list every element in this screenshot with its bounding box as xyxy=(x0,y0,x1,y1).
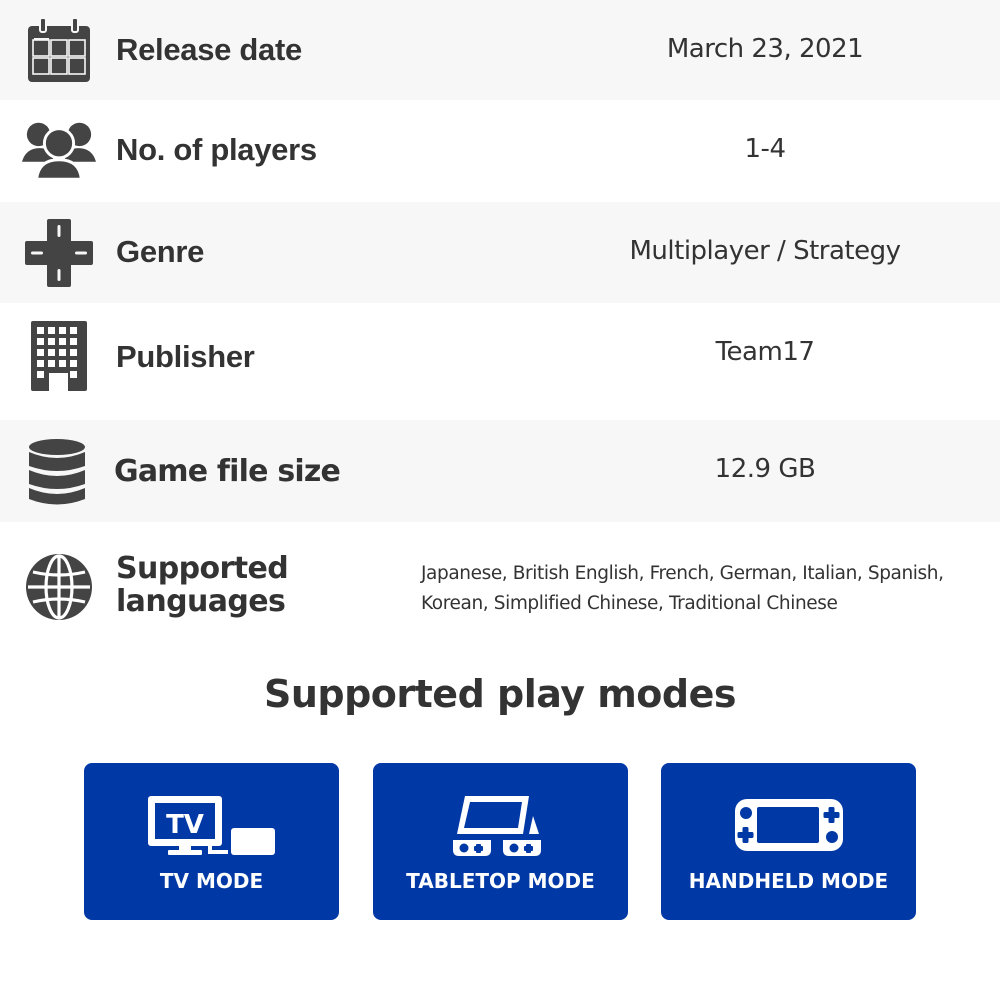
spec-row-genre: Genre Multiplayer / Strategy xyxy=(0,202,1000,303)
spec-label-line: Supported xyxy=(116,551,289,586)
languages-line: Japanese, British English, French, Germa… xyxy=(421,563,944,584)
play-modes-title: Supported play modes xyxy=(263,672,737,716)
spec-row-publisher: Publisher Team17 xyxy=(0,303,1000,420)
spec-value: Team17 xyxy=(715,337,815,367)
mode-label: HANDHELD MODE xyxy=(688,869,889,893)
players-icon xyxy=(22,114,96,188)
tabletop-mode-icon xyxy=(373,791,628,861)
spec-row-release-date: Release date March 23, 2021 xyxy=(0,0,1000,100)
spec-label-line: languages xyxy=(116,584,286,619)
mode-label: TABLETOP MODE xyxy=(406,869,595,893)
spec-row-file-size: Game file size 12.9 GB xyxy=(0,420,1000,522)
spec-value: Japanese, British English, French, Germa… xyxy=(421,559,991,619)
building-icon xyxy=(22,319,96,393)
spec-row-players: No. of players 1-4 xyxy=(0,100,1000,202)
spec-label: Release date xyxy=(116,32,302,67)
tv-icon-text: TV xyxy=(166,810,204,840)
dpad-icon xyxy=(22,216,96,290)
mode-card-tabletop: TABLETOP MODE xyxy=(373,763,628,920)
spec-label: Game file size xyxy=(114,454,341,489)
spec-value: 12.9 GB xyxy=(714,454,816,484)
spec-value: Multiplayer / Strategy xyxy=(629,236,901,266)
database-icon xyxy=(20,436,94,510)
spec-row-languages: Supported languages Japanese, British En… xyxy=(0,522,1000,640)
mode-card-handheld: HANDHELD MODE xyxy=(661,763,916,920)
spec-label: Publisher xyxy=(116,339,255,374)
spec-label: No. of players xyxy=(116,132,317,167)
mode-label: TV MODE xyxy=(159,869,264,893)
spec-label: Supported languages xyxy=(116,551,289,619)
handheld-mode-icon xyxy=(661,791,916,861)
spec-value: 1-4 xyxy=(744,134,786,164)
calendar-icon xyxy=(22,14,96,88)
spec-label: Genre xyxy=(116,234,205,269)
tv-mode-icon: TV xyxy=(84,791,339,861)
mode-card-tv: TV TV MODE xyxy=(84,763,339,920)
spec-value: March 23, 2021 xyxy=(666,34,864,64)
languages-line: Korean, Simplified Chinese, Traditional … xyxy=(421,593,838,614)
globe-icon xyxy=(22,550,96,624)
